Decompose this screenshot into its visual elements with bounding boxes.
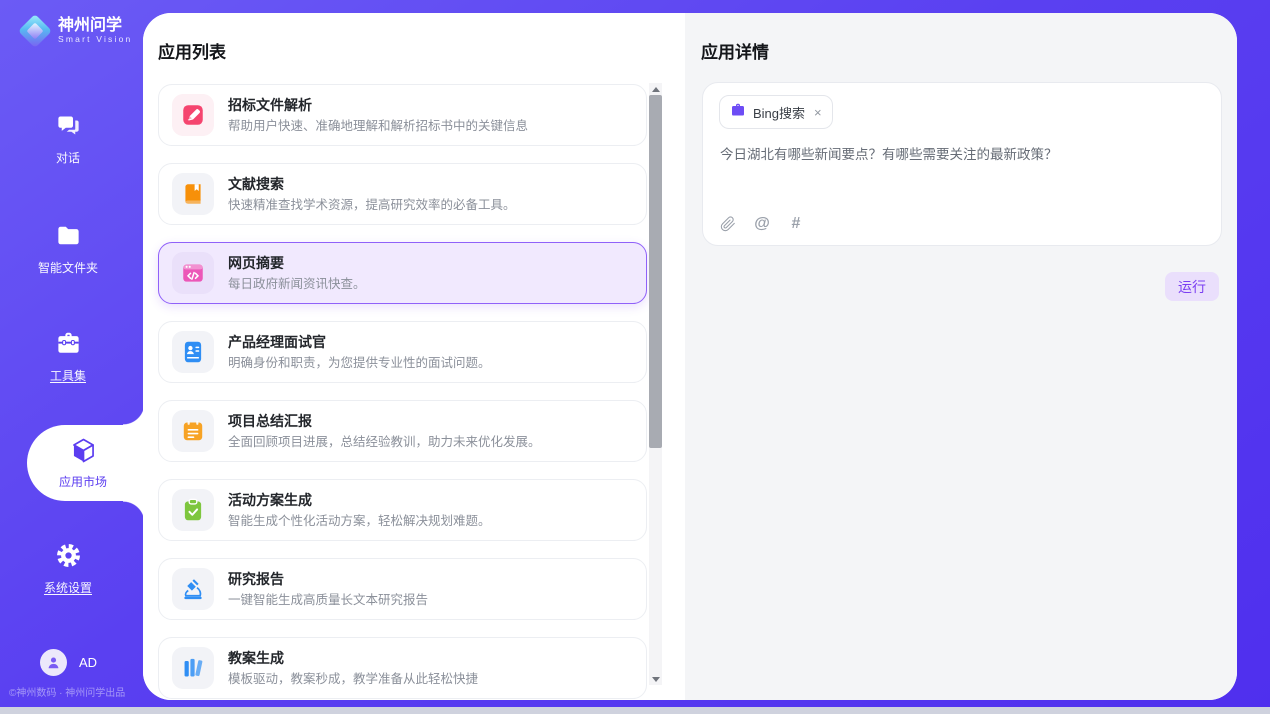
app-item-description: 帮助用户快速、准确地理解和解析招标书中的关键信息	[228, 118, 528, 134]
tab-fillet-top	[123, 403, 145, 425]
app-item-title: 活动方案生成	[228, 491, 491, 509]
sidebar-item-chat[interactable]: 对话	[0, 112, 136, 166]
edit-doc-icon	[180, 102, 206, 128]
clipboard-check-icon	[180, 497, 206, 523]
sidebar-item-label: 应用市场	[27, 473, 139, 490]
app-item-title: 招标文件解析	[228, 96, 528, 114]
app-item-description: 模板驱动，教案秒成，教学准备从此轻松快捷	[228, 671, 478, 687]
toolbox-icon	[55, 330, 82, 357]
app-list-item[interactable]: 网页摘要 每日政府新闻资讯快查。	[158, 242, 647, 304]
sidebar-item-label: 智能文件夹	[0, 259, 136, 276]
user-label: AD	[79, 655, 97, 670]
brand-name: 神州问学	[58, 17, 132, 34]
app-list-item[interactable]: 项目总结汇报 全面回顾项目进展，总结经验教训，助力未来优化发展。	[158, 400, 647, 462]
sidebar-item-label: 工具集	[0, 367, 136, 384]
app-item-title: 项目总结汇报	[228, 412, 541, 430]
app-item-description: 一键智能生成高质量长文本研究报告	[228, 592, 428, 608]
app-screen: 神州问学 Smart Vision 对话 智能文件夹 工具集 应用市场 系统设置	[0, 0, 1270, 714]
briefcase-icon	[730, 102, 746, 123]
chat-icon	[55, 112, 82, 139]
microscope-icon	[180, 576, 206, 602]
resume-icon	[180, 339, 206, 365]
tool-chip-label: Bing搜索	[753, 103, 805, 122]
run-button[interactable]: 运行	[1165, 272, 1219, 301]
prompt-card: Bing搜索 × 今日湖北有哪些新闻要点？有哪些需要关注的最新政策？ @ #	[702, 82, 1222, 246]
scrollbar-track[interactable]	[649, 83, 662, 685]
app-item-title: 网页摘要	[228, 254, 366, 272]
web-code-icon	[180, 260, 206, 286]
book-icon	[180, 181, 206, 207]
app-item-description: 快速精准查找学术资源，提高研究效率的必备工具。	[228, 197, 516, 213]
brand-diamond-icon	[20, 16, 50, 46]
app-item-title: 研究报告	[228, 570, 428, 588]
folder-icon	[55, 222, 82, 249]
gear-icon	[55, 542, 82, 569]
app-item-description: 每日政府新闻资讯快查。	[228, 276, 366, 292]
app-detail-title: 应用详情	[701, 38, 769, 63]
sidebar-item-label: 系统设置	[0, 579, 136, 596]
app-list-item[interactable]: 文献搜索 快速精准查找学术资源，提高研究效率的必备工具。	[158, 163, 647, 225]
app-item-description: 智能生成个性化活动方案，轻松解决规划难题。	[228, 513, 491, 529]
sidebar: 神州问学 Smart Vision 对话 智能文件夹 工具集 应用市场 系统设置	[0, 0, 143, 714]
app-item-description: 明确身份和职责，为您提供专业性的面试问题。	[228, 355, 491, 371]
brand-logo: 神州问学 Smart Vision	[20, 16, 132, 46]
app-item-description: 全面回顾项目进展，总结经验教训，助力未来优化发展。	[228, 434, 541, 450]
note-icon	[180, 418, 206, 444]
at-icon[interactable]: @	[753, 215, 771, 233]
brand-subtitle: Smart Vision	[58, 34, 132, 45]
scrollbar-thumb[interactable]	[649, 95, 662, 448]
bottom-strip	[0, 707, 1270, 714]
sidebar-item-folder[interactable]: 智能文件夹	[0, 222, 136, 276]
app-item-title: 文献搜索	[228, 175, 516, 193]
tool-chip-bing-search[interactable]: Bing搜索 ×	[719, 95, 833, 129]
sidebar-item-toolbox[interactable]: 工具集	[0, 330, 136, 384]
app-list-item[interactable]: 招标文件解析 帮助用户快速、准确地理解和解析招标书中的关键信息	[158, 84, 647, 146]
scrollbar-up-arrow[interactable]	[649, 83, 662, 95]
hash-icon[interactable]: #	[787, 215, 805, 233]
copyright-footer: ©神州数码 · 神州问学出品	[9, 684, 143, 699]
close-icon[interactable]: ×	[814, 106, 822, 119]
app-list-item[interactable]: 研究报告 一键智能生成高质量长文本研究报告	[158, 558, 647, 620]
cube-icon	[70, 437, 97, 464]
app-item-title: 产品经理面试官	[228, 333, 491, 351]
sidebar-item-cube[interactable]: 应用市场	[27, 425, 145, 501]
books-icon	[180, 655, 206, 681]
user-account[interactable]: AD	[40, 649, 97, 676]
sidebar-item-label: 对话	[0, 149, 136, 166]
app-list-panel: 应用列表 招标文件解析 帮助用户快速、准确地理解和解析招标书中的关键信息 文献搜…	[143, 13, 685, 700]
sidebar-item-gear[interactable]: 系统设置	[0, 542, 136, 596]
tab-fillet-bottom	[123, 501, 145, 523]
main-window: 应用列表 招标文件解析 帮助用户快速、准确地理解和解析招标书中的关键信息 文献搜…	[143, 13, 1237, 700]
app-detail-panel: 应用详情 Bing搜索 × 今日湖北有哪些新闻要点？有哪些需要关注的最新政策？ …	[685, 13, 1237, 700]
app-list-item[interactable]: 产品经理面试官 明确身份和职责，为您提供专业性的面试问题。	[158, 321, 647, 383]
prompt-text[interactable]: 今日湖北有哪些新闻要点？有哪些需要关注的最新政策？	[720, 145, 1200, 164]
paperclip-icon[interactable]	[719, 215, 737, 233]
app-list-title: 应用列表	[158, 38, 226, 63]
scrollbar-down-arrow[interactable]	[649, 673, 662, 685]
app-list-item[interactable]: 教案生成 模板驱动，教案秒成，教学准备从此轻松快捷	[158, 637, 647, 699]
app-item-title: 教案生成	[228, 649, 478, 667]
user-avatar-icon	[40, 649, 67, 676]
app-list-item[interactable]: 活动方案生成 智能生成个性化活动方案，轻松解决规划难题。	[158, 479, 647, 541]
